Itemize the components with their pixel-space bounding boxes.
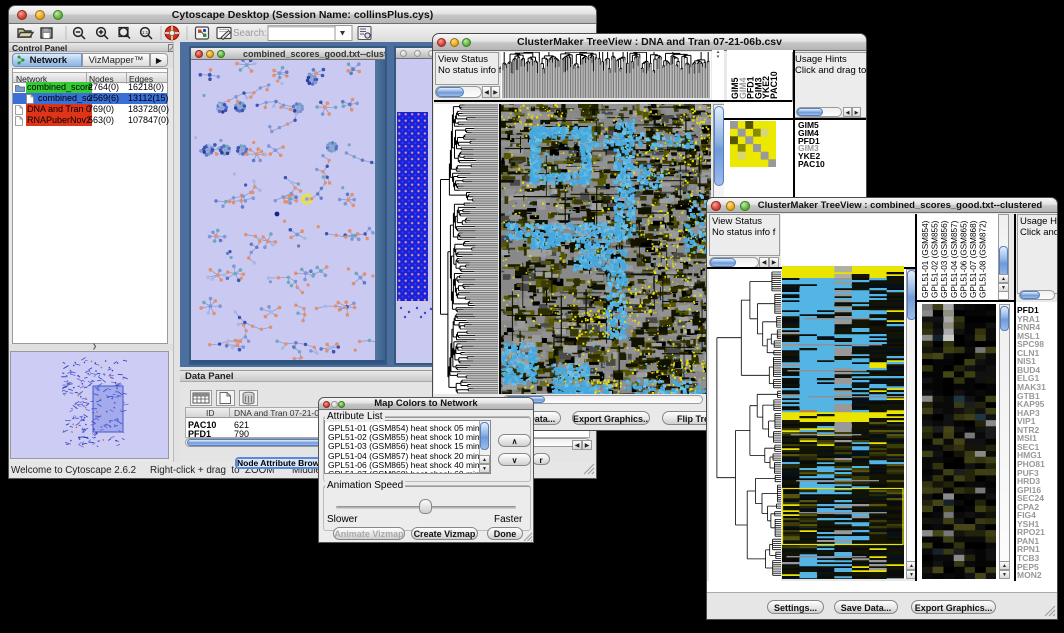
- svg-text:GPL51-08 (GSM872): GPL51-08 (GSM872): [979, 220, 988, 298]
- svg-text:GPL51-03 (GSM856): GPL51-03 (GSM856): [940, 220, 949, 298]
- svg-text:GPL51-06 (GSM865): GPL51-06 (GSM865): [959, 220, 968, 298]
- svg-text:1:1: 1:1: [142, 30, 149, 35]
- svg-text:GPL51-04 (GSM857): GPL51-04 (GSM857): [950, 220, 959, 298]
- svg-text:GPL51-01 (GSM854): GPL51-01 (GSM854): [921, 220, 930, 298]
- svg-text:PAC10: PAC10: [769, 71, 779, 99]
- svg-text:Search:: Search:: [233, 28, 267, 39]
- svg-text:GPL51-07 (GSM868): GPL51-07 (GSM868): [969, 220, 978, 298]
- svg-text:GPL51-02 (GSM855): GPL51-02 (GSM855): [931, 220, 940, 298]
